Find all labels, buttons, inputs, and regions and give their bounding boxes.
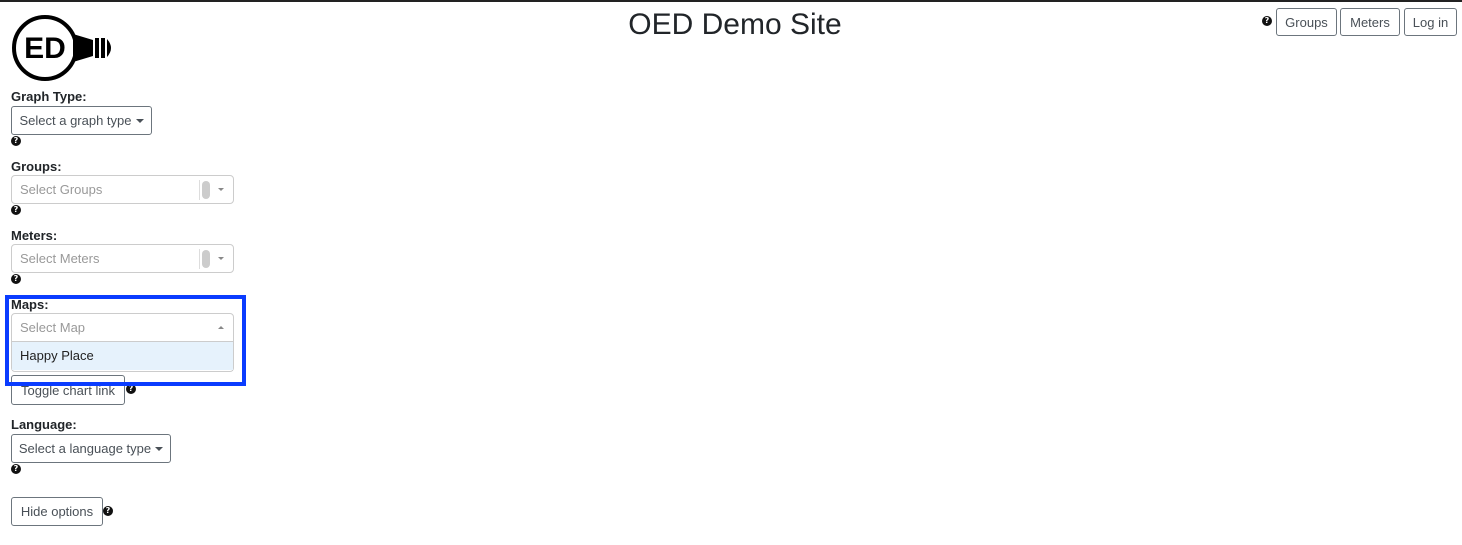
graph-type-dropdown-label: Select a graph type [19, 113, 132, 128]
meters-select-placeholder: Select Meters [20, 251, 100, 266]
meters-help-icon[interactable]: ? [11, 274, 21, 284]
select-separator [199, 249, 200, 269]
chevron-down-icon[interactable] [218, 257, 224, 260]
caret-down-icon [135, 118, 144, 123]
meters-label: Meters: [11, 228, 58, 243]
graph-type-dropdown[interactable]: Select a graph type [11, 106, 152, 135]
meters-select[interactable]: Select Meters [11, 244, 234, 273]
language-dropdown-label: Select a language type [18, 441, 152, 456]
oed-logo: ED [11, 14, 115, 82]
groups-select[interactable]: Select Groups [11, 175, 234, 204]
maps-select-placeholder: Select Map [20, 320, 86, 335]
language-dropdown[interactable]: Select a language type [11, 434, 171, 463]
maps-options-menu: Happy Place [11, 342, 234, 372]
groups-label: Groups: [11, 159, 62, 174]
graph-type-help-icon[interactable]: ? [11, 136, 21, 146]
chevron-up-icon[interactable] [218, 326, 224, 329]
page-title: OED Demo Site [628, 8, 842, 41]
language-help-icon[interactable]: ? [11, 464, 21, 474]
hide-options-button[interactable]: Hide options [11, 497, 103, 526]
login-button[interactable]: Log in [1404, 8, 1457, 36]
scroll-indicator-icon [202, 250, 210, 268]
groups-help-icon[interactable]: ? [11, 205, 21, 215]
groups-select-placeholder: Select Groups [20, 182, 103, 197]
logo-text: ED [24, 32, 66, 65]
hide-options-help-icon[interactable]: ? [103, 506, 113, 516]
help-icon[interactable]: ? [1262, 16, 1272, 26]
select-separator [199, 180, 200, 200]
groups-nav-button[interactable]: Groups [1276, 8, 1337, 36]
caret-down-icon [155, 446, 164, 451]
meters-nav-button[interactable]: Meters [1340, 8, 1400, 36]
maps-select[interactable]: Select Map [11, 313, 234, 342]
scroll-indicator-icon [202, 181, 210, 199]
maps-option-happy-place[interactable]: Happy Place [12, 342, 233, 370]
language-label: Language: [11, 417, 77, 432]
graph-type-label: Graph Type: [11, 89, 87, 104]
chevron-down-icon[interactable] [218, 188, 224, 191]
maps-label: Maps: [11, 297, 49, 312]
